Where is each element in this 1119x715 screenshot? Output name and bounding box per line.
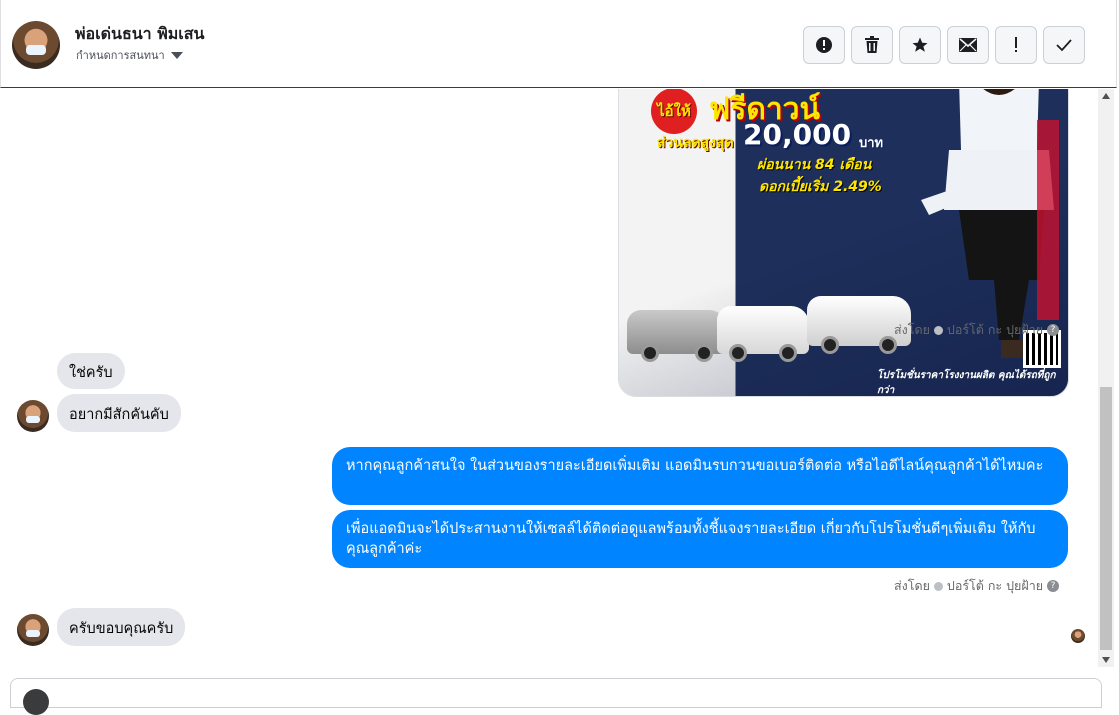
scroll-up-arrow-icon[interactable]	[1102, 93, 1110, 99]
message-composer[interactable]	[10, 678, 1102, 715]
caret-down-icon	[170, 52, 183, 59]
contact-avatar-small[interactable]	[17, 614, 49, 646]
promo-discount-unit: บาท	[859, 136, 884, 151]
promo-interest: ดอกเบี้ยเริ่ม 2.49%	[759, 179, 882, 195]
thread-scrollbar[interactable]	[1098, 89, 1114, 667]
contact-avatar[interactable]	[12, 21, 60, 69]
check-icon	[1056, 39, 1072, 51]
message-thread[interactable]: ไอ้ให้ ฟรีดาวน์ ส่วนลดสูงสุด 20,000 บาท …	[0, 89, 1098, 669]
mail-icon	[959, 38, 977, 52]
promo-badge: ไอ้ให้	[651, 89, 697, 134]
delete-button[interactable]	[851, 26, 893, 64]
promo-discount-amount: 20,000	[743, 118, 852, 151]
star-button[interactable]	[899, 26, 941, 64]
sent-by-label: ส่งโดย	[894, 322, 930, 337]
promo-discount-label: ส่วนลดสูงสุด	[657, 135, 734, 151]
trash-icon	[865, 36, 879, 53]
mark-spam-button[interactable]	[995, 26, 1037, 64]
conversation-schedule-dropdown[interactable]: กำหนดการสนทนา	[76, 46, 183, 64]
mark-unread-button[interactable]	[947, 26, 989, 64]
sender-name[interactable]: ปอร์โต้ กะ ปุยฝ้าย	[947, 576, 1043, 596]
conversation-header: พ่อเด่นธนา พิมเสน กำหนดการสนทนา	[0, 0, 1117, 88]
incoming-message[interactable]: ใช่ครับ	[57, 353, 125, 389]
sender-name[interactable]: ปอร์โต้ กะ ปุยฝ้าย	[947, 320, 1043, 340]
promo-footer: โปรโมชั่นราคาโรงงานผลิต คุณได้รถที่ถูกกว…	[877, 370, 1056, 396]
alert-circle-icon	[816, 37, 832, 53]
scroll-thumb[interactable]	[1100, 387, 1112, 650]
car-pickup-white	[717, 306, 809, 362]
sent-by-meta: ส่งโดย ปอร์โต้ กะ ปุยฝ้าย ?	[894, 320, 1060, 340]
exclamation-icon	[1015, 37, 1017, 52]
conversation-schedule-label: กำหนดการสนทนา	[76, 49, 165, 62]
scroll-down-arrow-icon[interactable]	[1102, 657, 1110, 663]
promo-image: ไอ้ให้ ฟรีดาวน์ ส่วนลดสูงสุด 20,000 บาท …	[619, 89, 1068, 396]
help-icon[interactable]: ?	[1047, 580, 1060, 592]
contact-avatar-small[interactable]	[17, 400, 49, 432]
promo-installment: ผ่อนนาน 84 เดือน	[757, 157, 872, 173]
outgoing-message[interactable]: หากคุณลูกค้าสนใจ ในส่วนของรายละเอียดเพิ่…	[332, 447, 1068, 505]
car-sedan	[627, 310, 727, 362]
incoming-message[interactable]: อยากมีสักคันคับ	[57, 394, 181, 432]
verified-icon	[933, 581, 943, 591]
star-icon	[912, 37, 928, 52]
verified-icon	[933, 325, 943, 335]
incoming-message[interactable]: ครับขอบคุณครับ	[57, 608, 186, 646]
mark-done-button[interactable]	[1043, 26, 1085, 64]
outgoing-message[interactable]: เพื่อแอดมินจะได้ประสานงานให้เซลล์ได้ติดต…	[332, 510, 1068, 568]
promo-image-message[interactable]: ไอ้ให้ ฟรีดาวน์ ส่วนลดสูงสุด 20,000 บาท …	[618, 89, 1069, 397]
page-avatar	[23, 689, 49, 715]
help-icon[interactable]: ?	[1047, 324, 1060, 336]
toolbar	[803, 26, 1085, 64]
report-button[interactable]	[803, 26, 845, 64]
seen-receipt-avatar	[1071, 629, 1085, 643]
sent-by-meta: ส่งโดย ปอร์โต้ กะ ปุยฝ้าย ?	[894, 576, 1060, 596]
sent-by-label: ส่งโดย	[894, 578, 930, 593]
contact-name[interactable]: พ่อเด่นธนา พิมเสน	[75, 22, 204, 47]
